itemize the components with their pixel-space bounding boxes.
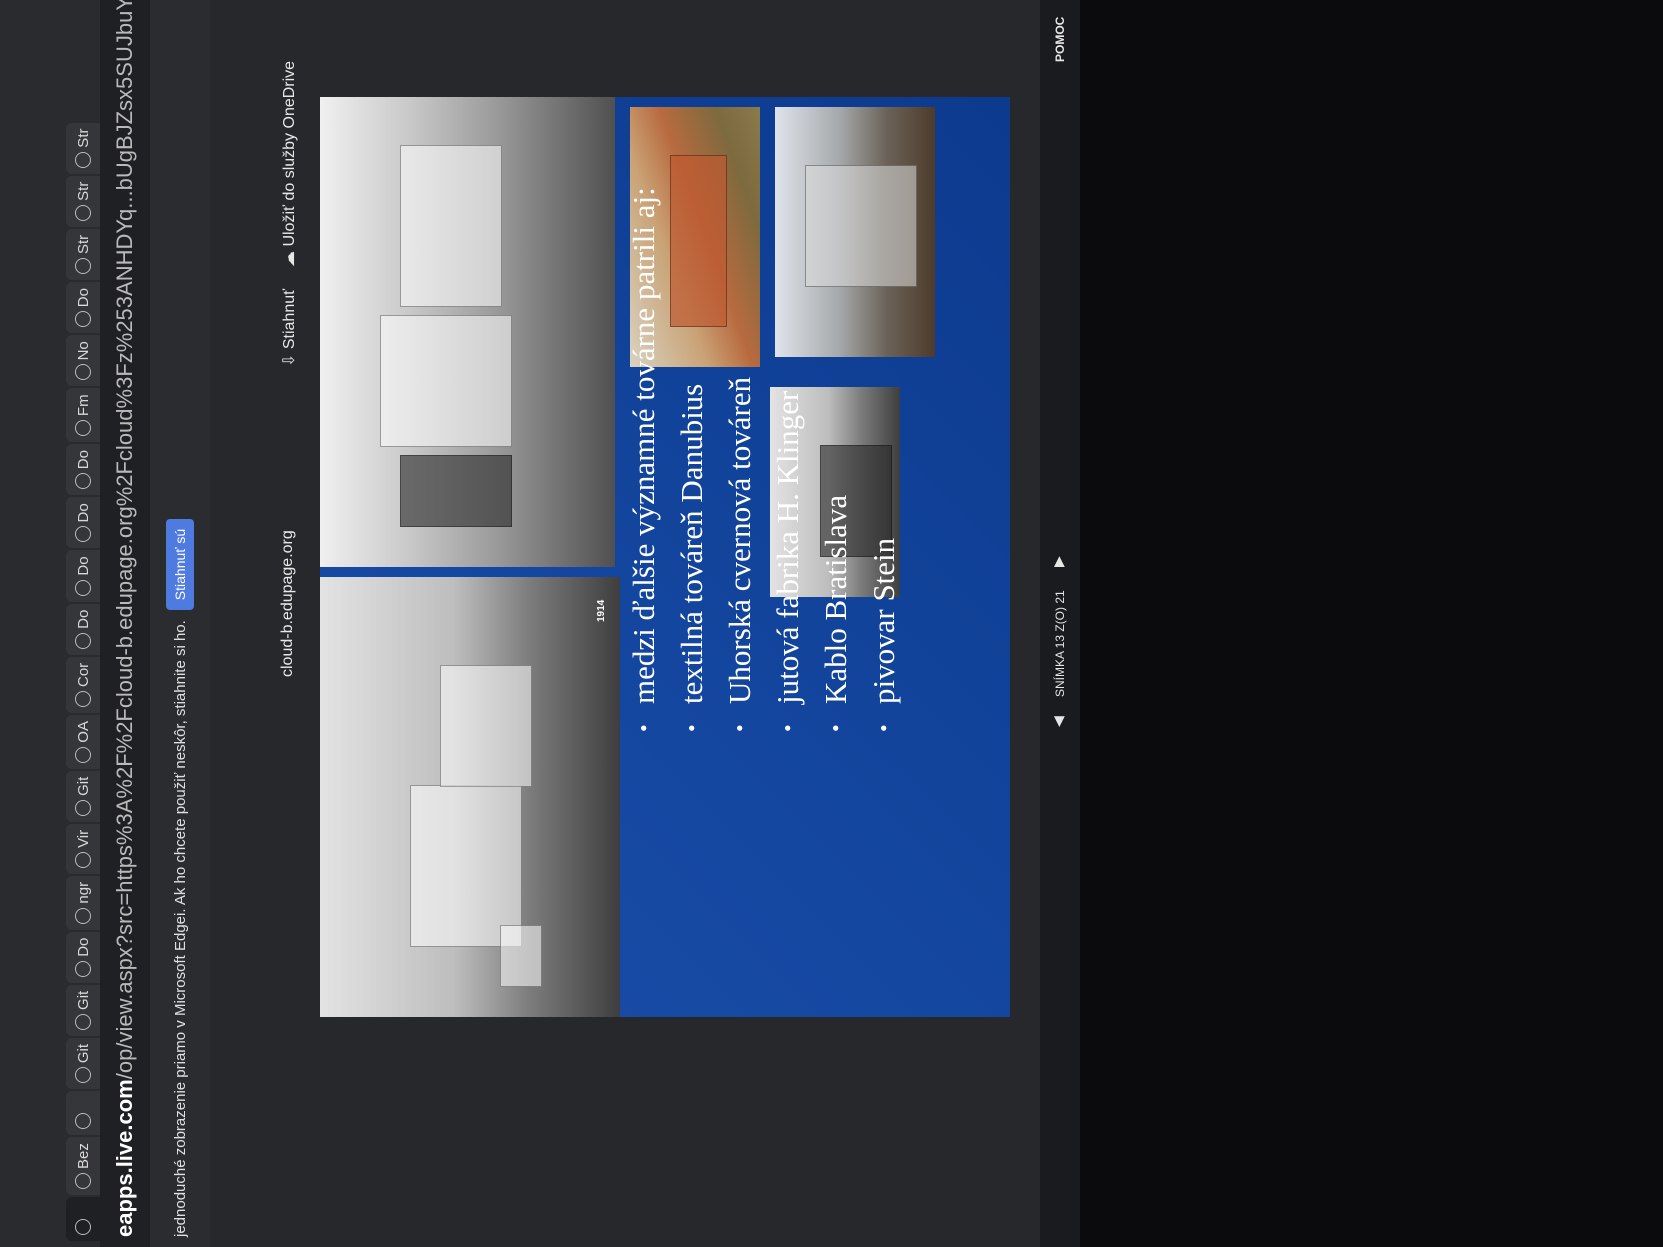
prev-slide-icon[interactable]: ◀ xyxy=(1050,716,1067,727)
globe-icon xyxy=(75,799,91,816)
browser-tab[interactable]: Git xyxy=(66,770,100,822)
tab-label: Git xyxy=(74,776,92,796)
browser-tab[interactable]: Git xyxy=(66,984,100,1036)
tab-label: Fm xyxy=(74,394,92,417)
browser-tab[interactable]: Do xyxy=(66,497,100,549)
tab-label: Git xyxy=(74,1043,92,1064)
globe-icon xyxy=(75,691,91,707)
status-bar: ◀ SNÍMKA 13 Z(O) 21 ▶ POMOC xyxy=(1040,0,1080,1247)
tab-label: Do xyxy=(74,937,92,957)
bullet-item: Uhorská cvernová továreň xyxy=(716,102,764,732)
save-onedrive-button[interactable]: ☁ Uložiť do služby OneDrive xyxy=(279,61,299,267)
browser-tab[interactable]: Str xyxy=(66,175,100,227)
tab-label: Str xyxy=(74,128,92,148)
globe-icon xyxy=(75,420,91,437)
globe-icon xyxy=(75,632,91,649)
globe-icon xyxy=(75,907,91,924)
tab-label: OA xyxy=(74,721,92,743)
address-path: /op/view.aspx?src=https%3A%2F%2Fcloud-b.… xyxy=(112,0,137,1080)
globe-icon xyxy=(75,311,91,328)
tab-label: Do xyxy=(74,609,92,629)
download-label: Stiahnuť xyxy=(281,288,298,350)
browser-tab[interactable]: Git xyxy=(66,1037,100,1090)
download-button[interactable]: ⇩ Stiahnuť xyxy=(279,289,299,367)
tab-label: Str xyxy=(74,234,92,255)
globe-icon xyxy=(75,851,91,868)
download-now-button[interactable]: Stiahnuť sú xyxy=(166,518,194,611)
bullet-item: textilná továreň Danubius xyxy=(668,102,716,732)
browser-tab[interactable]: OA xyxy=(66,715,100,769)
browser-tab[interactable]: Str xyxy=(66,228,100,281)
photo-factory-1914: 1914 xyxy=(320,577,620,1017)
globe-icon xyxy=(75,526,91,543)
presentation-slide: 1914 medzi ďalšie významné továrne patri… xyxy=(320,97,1010,1017)
tab-label: No xyxy=(74,341,92,361)
globe-icon xyxy=(75,364,91,381)
globe-icon xyxy=(75,151,91,168)
tab-label: Vir xyxy=(74,829,92,848)
save-onedrive-label: Uložiť do služby OneDrive xyxy=(281,60,298,247)
browser-tab[interactable]: Fm xyxy=(66,388,100,443)
tab-label: Git xyxy=(74,990,92,1010)
browser-tab[interactable]: No xyxy=(66,335,100,387)
globe-icon xyxy=(75,1219,91,1235)
viewer-host: cloud-b.edupage.org xyxy=(279,530,296,677)
photo-year: 1914 xyxy=(596,599,607,622)
tab-label: Str xyxy=(74,181,92,201)
bullet-item: Kablo Bratislava xyxy=(812,102,860,732)
globe-icon xyxy=(75,1067,91,1084)
globe-icon xyxy=(75,1113,91,1130)
info-bar: jednoduché zobrazenie priamo v Microsoft… xyxy=(150,0,210,1247)
browser-tab[interactable]: Do xyxy=(66,550,100,602)
bullet-item: pivovar Stein xyxy=(860,102,908,732)
address-host: eapps.live.com xyxy=(112,1079,137,1237)
browser-tab[interactable]: Cor xyxy=(66,656,100,713)
tab-label: Do xyxy=(74,450,92,470)
globe-icon xyxy=(75,960,91,977)
globe-icon xyxy=(75,473,91,490)
globe-icon xyxy=(75,579,91,596)
help-button[interactable]: POMOC xyxy=(1053,17,1067,62)
tab-strip: Bez Git Git Do ngr Vir Git OA Cor Do Do Do Do Fm No Do S… xyxy=(0,0,100,1247)
browser-tab[interactable] xyxy=(66,1091,100,1136)
globe-icon xyxy=(75,204,91,221)
browser-tab[interactable]: Do xyxy=(66,603,100,655)
next-slide-icon[interactable]: ▶ xyxy=(1050,556,1067,567)
browser-tab[interactable]: Bez xyxy=(66,1137,100,1195)
globe-icon xyxy=(75,1013,91,1030)
bullet-list: medzi ďalšie významné továrne patrili aj… xyxy=(620,102,908,732)
tab-label: ngr xyxy=(74,881,92,904)
globe-icon xyxy=(75,746,91,763)
tab-label: Do xyxy=(74,503,92,523)
info-text: jednoduché zobrazenie priamo v Microsoft… xyxy=(171,620,189,1237)
tab-label: Cor xyxy=(74,662,92,687)
screen: Bez Git Git Do ngr Vir Git OA Cor Do Do Do Do Fm No Do S… xyxy=(0,0,1080,1247)
viewer-toolbar: cloud-b.edupage.org ⇩ Stiahnuť ☁ Uložiť … xyxy=(265,0,315,1247)
browser-tab[interactable]: Do xyxy=(66,282,100,334)
globe-icon xyxy=(75,1173,91,1189)
tab-label: Do xyxy=(74,288,92,308)
tab-label: Bez xyxy=(74,1143,92,1169)
browser-tab[interactable] xyxy=(66,1197,100,1241)
address-bar[interactable]: eapps.live.com /op/view.aspx?src=https%3… xyxy=(100,0,150,1247)
browser-tab[interactable]: Do xyxy=(66,931,100,983)
browser-tab[interactable]: Vir xyxy=(66,823,100,874)
bullet-item: jutová fabrika H. Klinger xyxy=(764,102,812,732)
browser-tab[interactable]: Do xyxy=(66,444,100,496)
slide-counter: SNÍMKA 13 Z(O) 21 xyxy=(1053,590,1067,697)
photo-city-square xyxy=(320,97,615,567)
globe-icon xyxy=(75,258,91,275)
browser-tab[interactable]: Str xyxy=(66,122,100,174)
browser-tab[interactable]: ngr xyxy=(66,875,100,930)
bullet-item: medzi ďalšie významné továrne patrili aj… xyxy=(620,102,668,732)
tab-label: Do xyxy=(74,556,92,576)
